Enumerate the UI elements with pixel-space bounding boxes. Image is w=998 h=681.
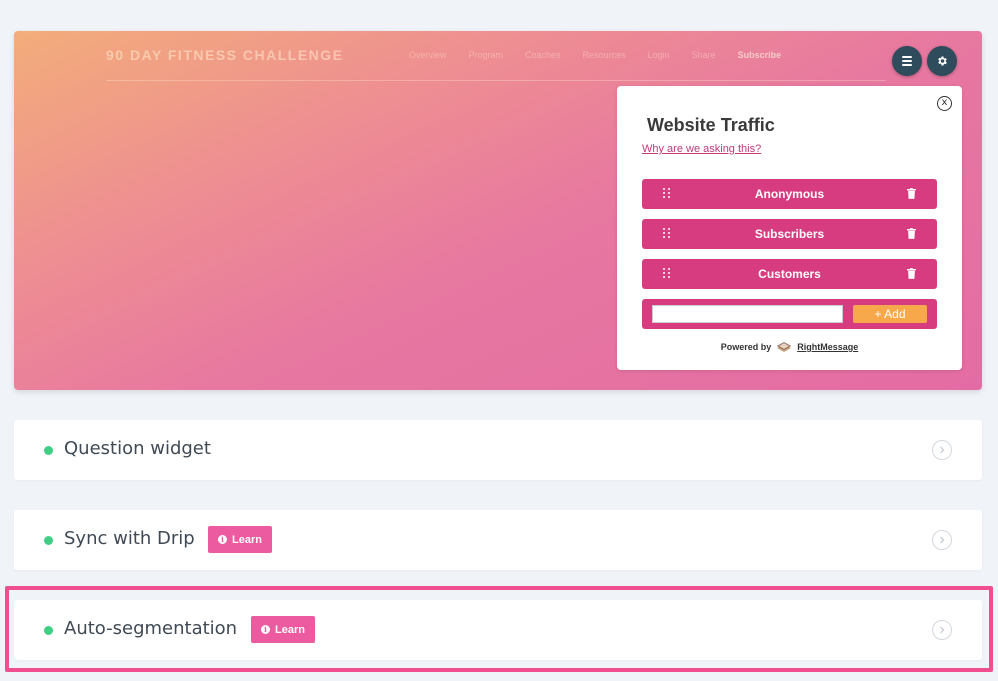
site-title: 90 DAY FITNESS CHALLENGE: [106, 47, 344, 63]
status-dot: [44, 446, 53, 455]
info-icon: i: [218, 535, 228, 544]
menu-button[interactable]: [892, 46, 922, 76]
close-icon[interactable]: x: [937, 96, 952, 111]
site-nav-subscribe: Subscribe: [737, 50, 782, 60]
site-divider: [106, 80, 886, 81]
site-nav: Overview Program Coaches Resources Login…: [409, 50, 781, 60]
feature-label: Sync with Drip: [64, 528, 195, 549]
add-option-button[interactable]: + Add: [853, 305, 927, 323]
learn-label: Learn: [232, 533, 262, 546]
site-preview: 90 DAY FITNESS CHALLENGE Overview Progra…: [14, 31, 982, 390]
settings-button[interactable]: [927, 46, 957, 76]
answer-option-subscribers[interactable]: Subscribers: [642, 219, 937, 249]
answer-option-label: Subscribers: [754, 227, 825, 241]
gear-icon: [938, 56, 947, 66]
rightmessage-link[interactable]: RightMessage: [797, 342, 858, 352]
site-nav-item: Coaches: [525, 50, 561, 60]
drag-handle-icon[interactable]: [663, 268, 671, 278]
chevron-right-icon[interactable]: [932, 440, 952, 460]
site-nav-item: Login: [647, 50, 670, 60]
site-nav-item: Program: [468, 50, 504, 60]
site-nav-item: Share: [691, 50, 716, 60]
add-option-row: + Add: [642, 299, 937, 329]
trash-icon[interactable]: [907, 268, 916, 279]
feature-row-auto-segmentation[interactable]: Auto-segmentation i Learn: [14, 600, 982, 660]
new-option-input[interactable]: [652, 305, 843, 323]
feature-label: Auto-segmentation: [64, 618, 238, 639]
feature-row-question-widget[interactable]: Question widget: [14, 420, 982, 480]
answer-option-customers[interactable]: Customers: [642, 259, 937, 289]
powered-by-label: Powered by: [720, 342, 772, 352]
status-dot: [44, 626, 53, 635]
chevron-right-icon[interactable]: [932, 620, 952, 640]
question-widget: x Website Traffic Why are we asking this…: [617, 86, 962, 370]
site-nav-item: Resources: [582, 50, 626, 60]
site-nav-item: Overview: [409, 50, 447, 60]
drag-handle-icon[interactable]: [663, 228, 671, 238]
answer-option-label: Customers: [758, 267, 821, 281]
info-icon: i: [261, 625, 271, 634]
why-asking-link[interactable]: Why are we asking this?: [642, 143, 761, 155]
rightmessage-logo-icon: [777, 342, 792, 352]
chevron-right-icon[interactable]: [932, 530, 952, 550]
learn-label: Learn: [275, 623, 305, 636]
answer-option-label: Anonymous: [754, 187, 825, 201]
drag-handle-icon[interactable]: [663, 188, 671, 198]
powered-by: Powered by RightMessage: [617, 340, 962, 354]
trash-icon[interactable]: [907, 188, 916, 199]
status-dot: [44, 536, 53, 545]
answer-option-anonymous[interactable]: Anonymous: [642, 179, 937, 209]
feature-label: Question widget: [64, 438, 211, 459]
learn-button[interactable]: i Learn: [208, 526, 272, 553]
learn-button[interactable]: i Learn: [251, 616, 315, 643]
trash-icon[interactable]: [907, 228, 916, 239]
widget-title: Website Traffic: [647, 115, 775, 135]
feature-row-sync-drip[interactable]: Sync with Drip i Learn: [14, 510, 982, 570]
hamburger-icon: [902, 56, 912, 66]
